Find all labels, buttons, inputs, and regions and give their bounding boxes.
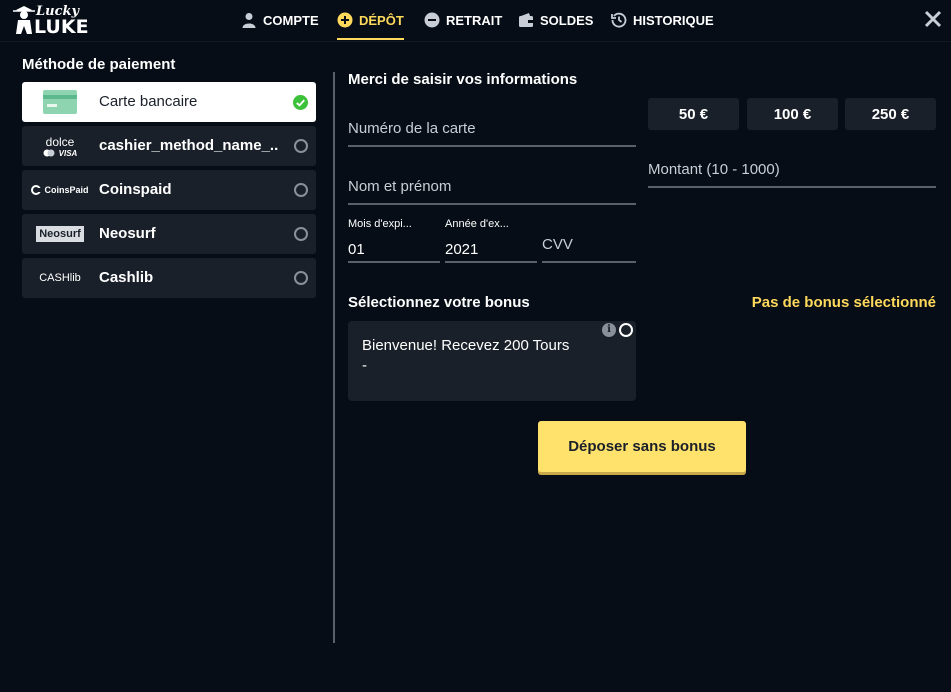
bonus-title: Sélectionnez votre bonus	[348, 294, 530, 311]
form-title: Merci de saisir vos informations	[348, 71, 578, 88]
close-icon[interactable]	[922, 8, 944, 30]
panel-divider	[333, 72, 335, 643]
wallet-icon	[519, 13, 533, 27]
card-number-field[interactable]: Numéro de la carte	[348, 112, 636, 147]
dolce-logo: dolce VISA	[30, 132, 90, 160]
name-field[interactable]: Nom et prénom	[348, 170, 636, 205]
expiry-month-value: 01	[348, 241, 365, 258]
bonus-status: Pas de bonus sélectionné	[751, 294, 936, 311]
expiry-year-label: Année d'ex...	[445, 218, 509, 230]
history-icon	[611, 12, 627, 28]
tab-soldes[interactable]: SOLDES	[518, 0, 593, 40]
amount-preset-250[interactable]: 250 €	[845, 98, 936, 130]
radio-button[interactable]	[294, 227, 308, 241]
tab-depot[interactable]: DÉPÔT	[337, 0, 404, 40]
bonus-radio-button[interactable]	[619, 323, 633, 337]
card-number-placeholder: Numéro de la carte	[348, 120, 476, 137]
deposit-button[interactable]: Déposer sans bonus	[538, 421, 746, 472]
header: Lucky LUKE COMPTE DÉPÔT RETRAIT SOLDES H…	[0, 0, 951, 42]
logo-line2: LUKE	[34, 16, 89, 38]
bonus-card-text: Bienvenue! Recevez 200 Tours -	[362, 336, 569, 376]
plus-circle-icon	[337, 12, 353, 28]
bonus-card-subtitle: -	[362, 357, 367, 374]
payment-method-title: Méthode de paiement	[22, 56, 176, 73]
amount-placeholder: Montant (10 - 1000)	[648, 161, 780, 178]
tab-compte[interactable]: COMPTE	[241, 0, 319, 40]
expiry-year-value: 2021	[445, 241, 479, 258]
payment-method-neosurf[interactable]: Neosurf Neosurf	[22, 214, 316, 254]
radio-button[interactable]	[294, 183, 308, 197]
payment-method-label: Neosurf	[99, 225, 156, 242]
neosurf-logo: Neosurf	[30, 220, 90, 248]
lucky-luke-logo[interactable]: Lucky LUKE	[12, 2, 89, 40]
expiry-month-label: Mois d'expi...	[348, 218, 412, 230]
cvv-field[interactable]: CVV	[542, 228, 636, 263]
tab-label: COMPTE	[263, 12, 319, 28]
tab-retrait[interactable]: RETRAIT	[424, 0, 502, 40]
radio-button[interactable]	[294, 271, 308, 285]
amount-preset-50[interactable]: 50 €	[648, 98, 739, 130]
user-icon	[242, 13, 256, 28]
tab-label: HISTORIQUE	[633, 12, 714, 28]
radio-button[interactable]	[294, 139, 308, 153]
cvv-placeholder: CVV	[542, 236, 573, 253]
check-circle-icon	[293, 95, 308, 110]
amount-field[interactable]: Montant (10 - 1000)	[648, 154, 936, 188]
payment-method-label: Cashlib	[99, 269, 154, 286]
coinspaid-logo: CoinsPaid	[30, 176, 90, 204]
tab-label: RETRAIT	[446, 12, 503, 28]
bonus-card[interactable]: Bienvenue! Recevez 200 Tours - i	[348, 321, 636, 401]
cashlib-logo: CASHlib	[39, 272, 81, 284]
payment-method-coinspaid[interactable]: CoinsPaid Coinspaid	[22, 170, 316, 210]
bonus-card-title: Bienvenue! Recevez 200 Tours	[362, 337, 570, 354]
payment-method-label: Carte bancaire	[99, 93, 198, 110]
payment-method-label: cashier_method_name_...	[99, 137, 279, 154]
expiry-month-field[interactable]: Mois d'expi... 01	[348, 218, 440, 263]
expiry-year-field[interactable]: Année d'ex... 2021	[445, 218, 537, 263]
payment-method-cashlib[interactable]: CASHlib Cashlib	[22, 258, 316, 298]
info-icon[interactable]: i	[602, 323, 616, 337]
payment-method-label: Coinspaid	[99, 181, 172, 198]
credit-card-logo	[30, 88, 90, 116]
tab-historique[interactable]: HISTORIQUE	[611, 0, 714, 40]
tab-label: DÉPÔT	[359, 12, 404, 28]
name-placeholder: Nom et prénom	[348, 178, 452, 195]
payment-method-dolce[interactable]: dolce VISA cashier_method_name_...	[22, 126, 316, 166]
cowboy-icon	[13, 6, 35, 34]
amount-preset-100[interactable]: 100 €	[747, 98, 838, 130]
tab-label: SOLDES	[540, 12, 594, 28]
payment-method-carte-bancaire[interactable]: Carte bancaire	[22, 82, 316, 122]
minus-circle-icon	[424, 12, 440, 28]
